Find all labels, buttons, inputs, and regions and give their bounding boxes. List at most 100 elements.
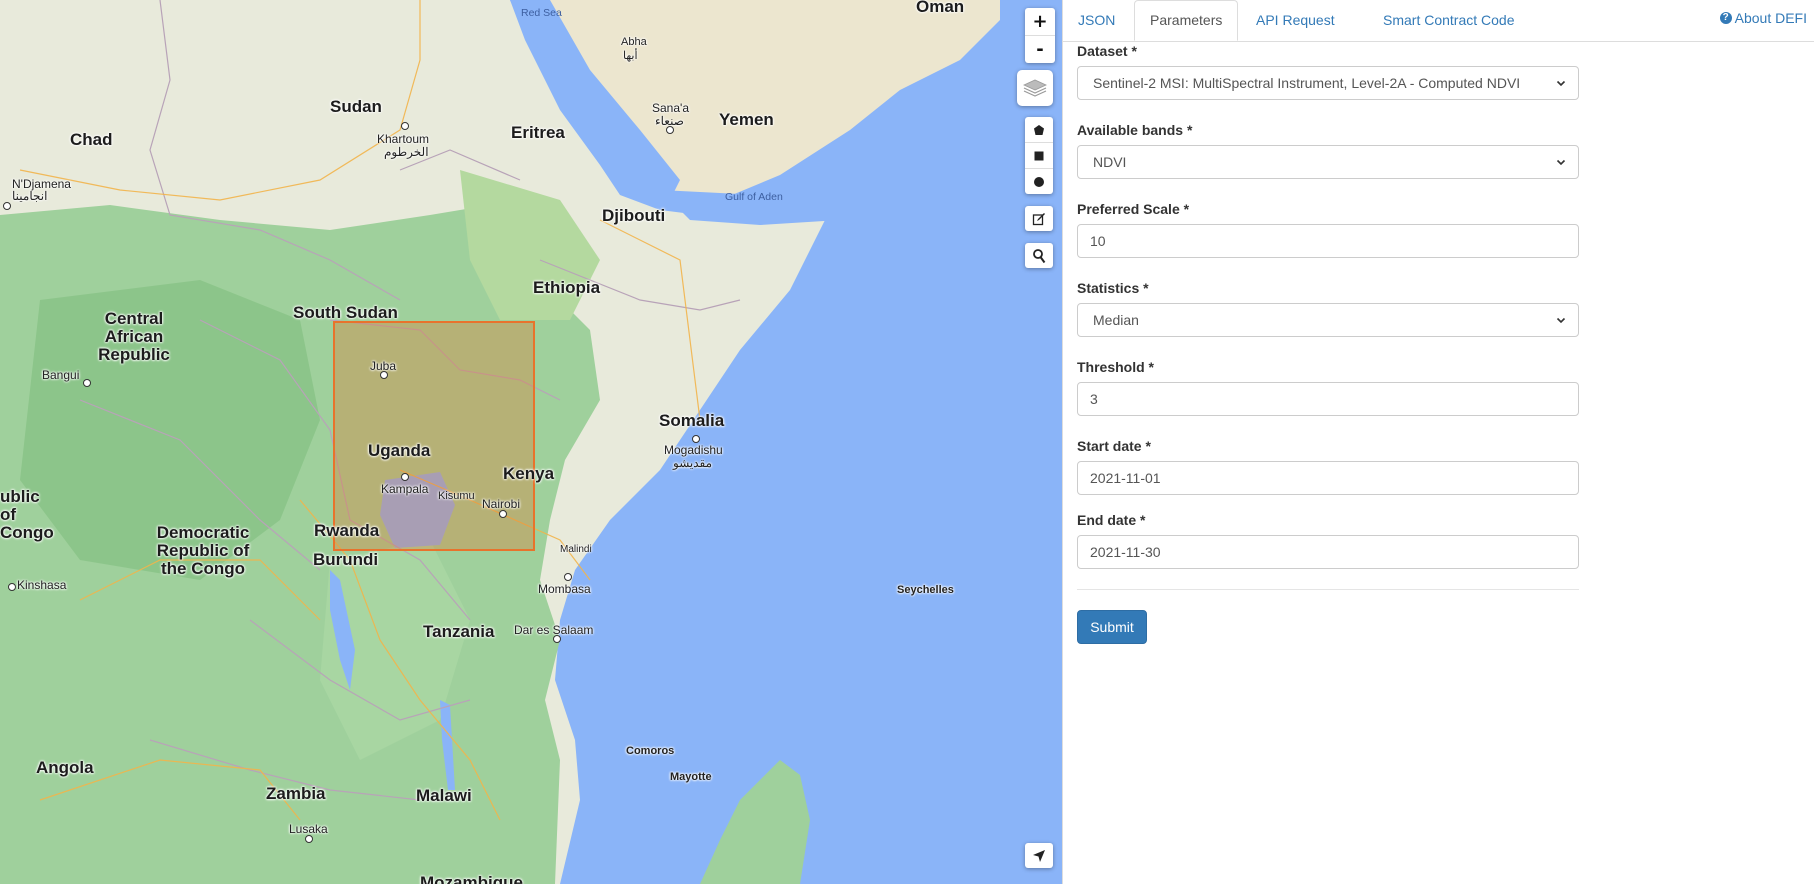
edit-layers-control [1025,206,1053,231]
location-arrow-icon [1033,849,1045,862]
form-divider [1077,589,1579,590]
map-label-zambia: Zambia [266,784,326,803]
map-marker-ndjamena [3,202,11,210]
statistics-select-value: Median [1093,312,1139,328]
map-label-uganda: Uganda [368,441,431,460]
map-label-khartoum-ar: الخرطوم [384,145,429,159]
map-search-control [1025,243,1053,268]
tab-api-request[interactable]: API Request [1241,0,1350,40]
map-label-malawi: Malawi [416,786,472,805]
map-label-mayotte: Mayotte [670,771,712,783]
draw-polygon-button[interactable] [1025,117,1053,142]
chevron-down-icon [1556,80,1566,87]
start-date-input[interactable]: 2021-11-01 [1077,461,1579,495]
map-label-angola: Angola [36,758,94,777]
threshold-input[interactable]: 3 [1077,382,1579,416]
chevron-down-icon [1556,317,1566,324]
map-label-djibouti: Djibouti [602,206,666,225]
map-label-chad: Chad [70,130,113,149]
chevron-down-icon [1556,159,1566,166]
scale-input[interactable]: 10 [1077,224,1579,258]
start-date-label: Start date * [1077,438,1151,454]
scale-label: Preferred Scale * [1077,201,1190,217]
map-marker-juba [380,371,388,379]
end-date-input[interactable]: 2021-11-30 [1077,535,1579,569]
map-label-dr-congo: Democratic Republic of the Congo [156,523,250,578]
zoom-in-button[interactable]: + [1025,8,1055,35]
map-label-kampala: Kampala [381,482,429,496]
tab-bar: JSON Parameters API Request Smart Contra… [1063,0,1814,42]
map-label-rwanda: Rwanda [314,521,380,540]
map-label-mogadishu: Mogadishu [664,443,723,457]
polygon-icon [1034,124,1044,135]
map-marker-sanaa [666,126,674,134]
map-label-ndjamena-ar: انجامينا [12,189,48,203]
threshold-label: Threshold * [1077,359,1155,375]
map-label-khartoum: Khartoum [377,132,430,146]
map-label-somalia: Somalia [659,411,725,430]
map-label-republic-of-congo: ublic of Congo [0,487,54,542]
edit-layers-button[interactable] [1025,206,1053,231]
about-defi-label: About DEFI [1734,10,1807,26]
map-label-mogadishu-ar: مقديشو [673,456,713,470]
dataset-label: Dataset * [1077,43,1137,59]
map-label-gulf-of-aden: Gulf of Aden [725,191,783,203]
map-label-seychelles: Seychelles [897,584,954,596]
map-label-bangui: Bangui [42,368,80,382]
draw-circle-button[interactable] [1025,168,1053,194]
map-label-sudan: Sudan [330,97,382,116]
about-defi-link[interactable]: ? About DEFI [1719,10,1807,26]
statistics-select[interactable]: Median [1077,303,1579,337]
map-marker-mogadishu [692,435,700,443]
map-label-abha-ar: أبها [623,50,638,62]
dataset-select[interactable]: Sentinel-2 MSI: MultiSpectral Instrument… [1077,66,1579,100]
map-marker-bangui [83,379,91,387]
tab-parameters[interactable]: Parameters [1134,0,1239,41]
rectangle-icon [1034,151,1044,160]
locate-control [1025,843,1053,868]
tab-smart-contract-code[interactable]: Smart Contract Code [1368,0,1530,40]
map-label-nairobi: Nairobi [482,497,521,511]
map-marker-kinshasa [8,583,16,591]
edit-icon [1032,212,1045,225]
map-label-abha: Abha [621,36,647,48]
end-date-label: End date * [1077,512,1146,528]
map-marker-mombasa [564,573,572,581]
map-marker-nairobi [499,510,507,518]
search-icon [1033,248,1046,263]
map-label-sanaa: Sana'a [652,101,689,115]
map-marker-kampala [401,473,409,481]
layers-icon [1023,79,1047,97]
layers-button[interactable] [1017,70,1053,106]
map-label-kenya: Kenya [503,464,555,483]
map-label-yemen: Yemen [719,110,774,129]
zoom-out-button[interactable]: - [1025,35,1055,63]
map-label-central-african-republic: Central African Republic [98,309,170,364]
map-label-burundi: Burundi [313,550,379,569]
map-label-kisumu: Kisumu [438,490,475,502]
submit-button[interactable]: Submit [1077,610,1147,644]
map-label-lusaka: Lusaka [289,822,328,836]
map-label-comoros: Comoros [626,745,675,757]
locate-me-button[interactable] [1025,843,1053,868]
bands-select[interactable]: NDVI [1077,145,1579,179]
map-marker-khartoum [401,122,409,130]
map-label-malindi: Malindi [560,544,592,555]
question-circle-icon: ? [1719,12,1732,24]
map-view[interactable]: Oman Sudan Chad Eritrea Yemen Djibouti E… [0,0,1062,884]
map-label-mozambique: Mozambique [420,873,523,884]
side-panel: JSON Parameters API Request Smart Contra… [1062,0,1814,884]
map-label-eritrea: Eritrea [511,123,565,142]
map-label-oman: Oman [916,0,965,16]
zoom-control: + - [1025,8,1055,63]
map-label-south-sudan: South Sudan [293,303,398,322]
tab-json[interactable]: JSON [1063,0,1130,40]
map-label-tanzania: Tanzania [423,622,495,641]
dataset-select-value: Sentinel-2 MSI: MultiSpectral Instrument… [1093,75,1521,91]
statistics-label: Statistics * [1077,280,1149,296]
map-marker-lusaka [305,835,313,843]
map-label-kinshasa: Kinshasa [17,578,67,592]
draw-rectangle-button[interactable] [1025,142,1053,168]
map-search-button[interactable] [1025,243,1053,268]
map-label-red-sea: Red Sea [521,7,562,19]
